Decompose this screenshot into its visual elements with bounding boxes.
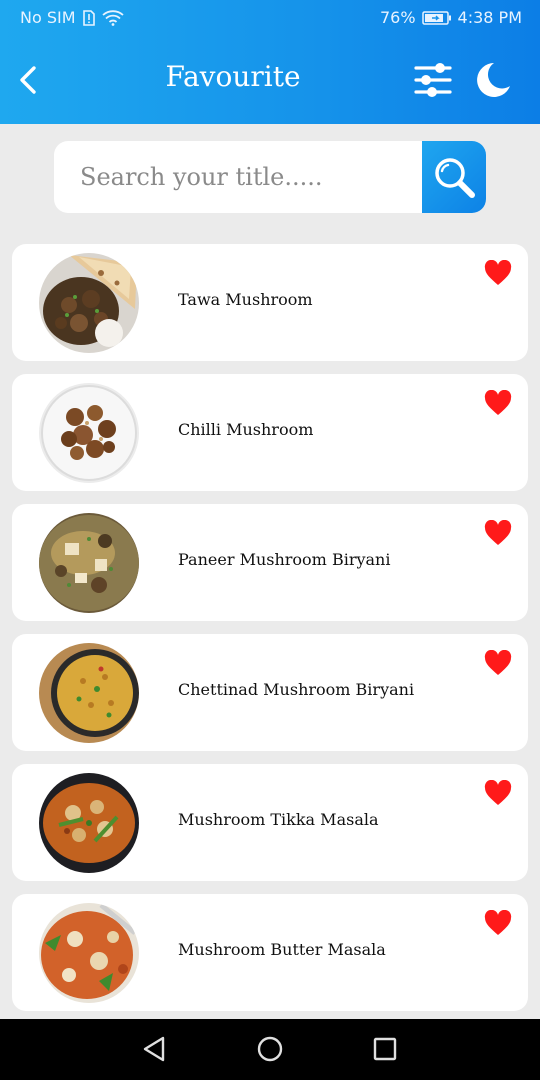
list-item[interactable]: Paneer Mushroom Biryani [12, 504, 528, 621]
mushroom-butter-masala-dish-image [39, 903, 139, 1003]
heart-icon [484, 649, 512, 675]
item-title: Mushroom Tikka Masala [178, 810, 379, 829]
favourite-heart-button[interactable] [484, 649, 512, 676]
item-title: Tawa Mushroom [178, 290, 313, 309]
moon-icon [477, 63, 510, 97]
list-item[interactable]: Mushroom Butter Masala [12, 894, 528, 1011]
tawa-mushroom-dish-image [39, 253, 139, 353]
chettinad-mushroom-biryani-dish-image [39, 643, 139, 743]
dark-mode-toggle[interactable] [470, 58, 514, 102]
item-title: Paneer Mushroom Biryani [178, 550, 391, 569]
search-button[interactable] [422, 141, 486, 213]
nav-home-button[interactable] [255, 1034, 285, 1064]
heart-icon [484, 909, 512, 935]
app-bar: Favourite [0, 36, 540, 124]
status-bar: No SIM 76% 4:38 PM [0, 0, 540, 36]
system-nav-bar [0, 1019, 540, 1080]
item-title: Chettinad Mushroom Biryani [178, 680, 415, 699]
recents-square-icon [373, 1037, 397, 1061]
item-title: Mushroom Butter Masala [178, 940, 386, 959]
search-icon [435, 158, 475, 198]
nav-recents-button[interactable] [370, 1034, 400, 1064]
list-item[interactable]: Tawa Mushroom [12, 244, 528, 361]
home-circle-icon [257, 1036, 283, 1062]
header: No SIM 76% 4:38 PM Favourite [0, 0, 540, 124]
nav-back-button[interactable] [139, 1034, 169, 1064]
chilli-mushroom-dish-image [39, 383, 139, 483]
search-input[interactable] [54, 141, 422, 213]
heart-icon [484, 389, 512, 415]
item-title: Chilli Mushroom [178, 420, 314, 439]
heart-icon [484, 259, 512, 285]
list-item[interactable]: Chilli Mushroom [12, 374, 528, 491]
clock: 4:38 PM [457, 8, 522, 27]
mushroom-tikka-masala-dish-image [39, 773, 139, 873]
heart-icon [484, 519, 512, 545]
filter-sliders-icon [414, 63, 452, 97]
battery-charging-icon [421, 10, 452, 26]
filter-button[interactable] [412, 60, 454, 100]
back-button[interactable] [8, 56, 48, 104]
favourite-heart-button[interactable] [484, 519, 512, 546]
sim-alert-icon [82, 9, 96, 26]
back-triangle-icon [143, 1036, 165, 1062]
heart-icon [484, 779, 512, 805]
back-arrow-icon [20, 66, 36, 94]
battery-percent: 76% [379, 8, 416, 27]
favourite-heart-button[interactable] [484, 259, 512, 286]
page-title: Favourite [165, 60, 301, 93]
favourite-heart-button[interactable] [484, 779, 512, 806]
list-item[interactable]: Chettinad Mushroom Biryani [12, 634, 528, 751]
favourite-heart-button[interactable] [484, 909, 512, 936]
wifi-icon [101, 9, 124, 26]
favourites-list: Tawa Mushroom Chilli Mushroom Paneer Mus… [12, 244, 528, 1024]
search-bar [54, 141, 486, 213]
paneer-mushroom-biryani-dish-image [39, 513, 139, 613]
list-item[interactable]: Mushroom Tikka Masala [12, 764, 528, 881]
carrier-label: No SIM [20, 8, 76, 27]
favourite-heart-button[interactable] [484, 389, 512, 416]
